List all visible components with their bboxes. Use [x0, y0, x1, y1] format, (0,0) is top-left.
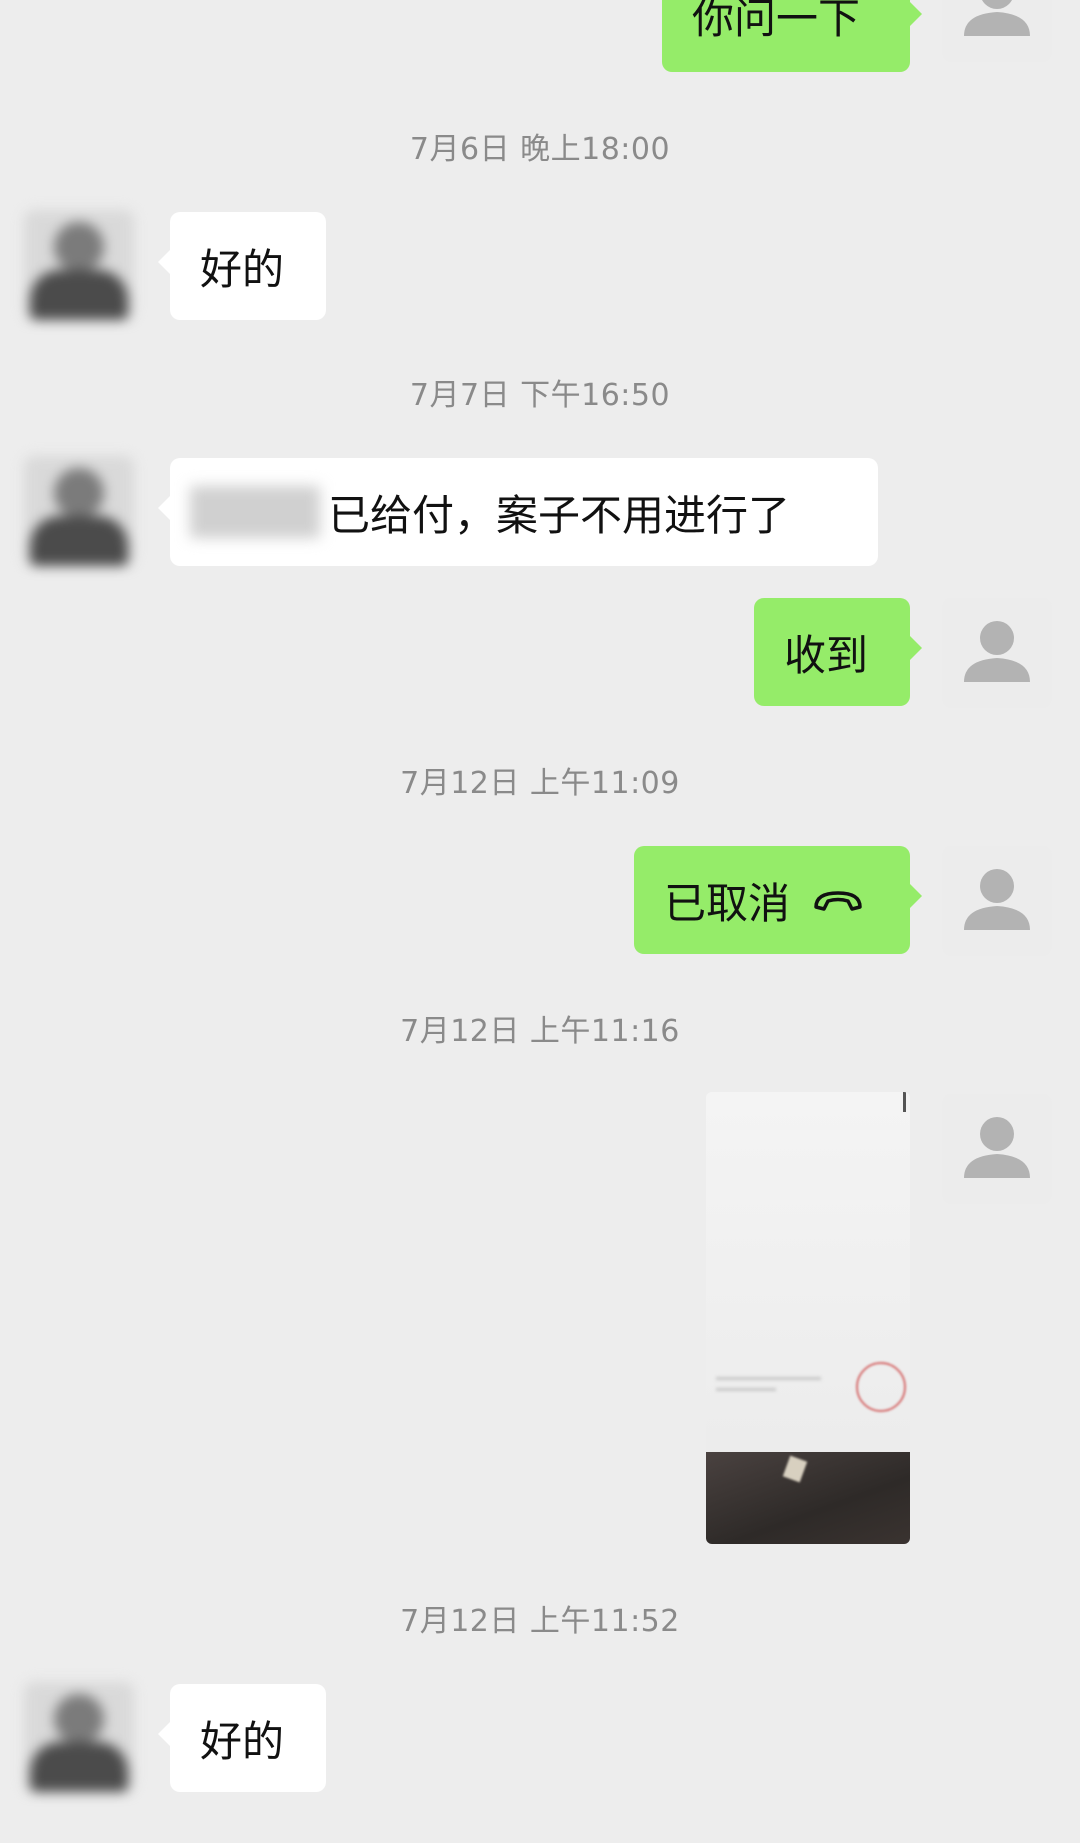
call-message-bubble[interactable]: 已取消 [634, 846, 922, 954]
default-avatar-icon [942, 1094, 1052, 1204]
light-spot [782, 1455, 808, 1483]
avatar-body [30, 270, 128, 320]
outgoing-message-bubble[interactable]: 你问一下 [662, 0, 922, 72]
default-avatar-icon [942, 0, 1052, 62]
incoming-message-bubble[interactable]: 已给付，案子不用进行了 [158, 458, 878, 566]
outgoing-message-bubble[interactable]: 收到 [754, 598, 922, 706]
avatar-body [30, 1742, 128, 1792]
red-seal-stamp [856, 1362, 906, 1412]
message-text: 好的 [200, 244, 285, 294]
document-text-lines [716, 1377, 866, 1417]
message-text: 你问一下 [692, 0, 861, 43]
my-avatar[interactable] [942, 0, 1052, 62]
timestamp: 7月7日 下午16:50 [409, 378, 671, 413]
phone-hangup-icon [812, 876, 864, 925]
contact-avatar[interactable] [24, 210, 134, 320]
default-avatar-icon [942, 598, 1052, 708]
message-text: 好的 [200, 1716, 285, 1766]
incoming-message-bubble[interactable]: 好的 [158, 212, 326, 320]
timestamp: 7月12日 上午11:09 [400, 766, 680, 801]
default-avatar-icon [942, 846, 1052, 956]
image-message[interactable] [706, 1092, 910, 1544]
timestamp: 7月6日 晚上18:00 [409, 132, 671, 167]
timestamp: 7月12日 上午11:52 [400, 1604, 680, 1639]
my-avatar[interactable] [942, 1094, 1052, 1204]
avatar-head [54, 468, 104, 518]
table-surface [706, 1452, 910, 1544]
redacted-text [190, 486, 320, 538]
message-text: 收到 [784, 630, 869, 680]
incoming-message-bubble[interactable]: 好的 [158, 1684, 326, 1792]
avatar-body [30, 516, 128, 566]
avatar-head [54, 1694, 104, 1744]
my-avatar[interactable] [942, 598, 1052, 708]
avatar-head [54, 222, 104, 272]
contact-avatar[interactable] [24, 1682, 134, 1792]
message-text: 已给付，案子不用进行了 [328, 490, 791, 540]
my-avatar[interactable] [942, 846, 1052, 956]
document-edge [903, 1092, 906, 1112]
contact-avatar[interactable] [24, 456, 134, 566]
chat-area[interactable]: 你问一下 7月6日 晚上18:00 好的 7月7日 下午16:50 已给付，案子… [0, 0, 1080, 1843]
message-text: 已取消 [664, 878, 791, 928]
timestamp: 7月12日 上午11:16 [400, 1014, 680, 1049]
